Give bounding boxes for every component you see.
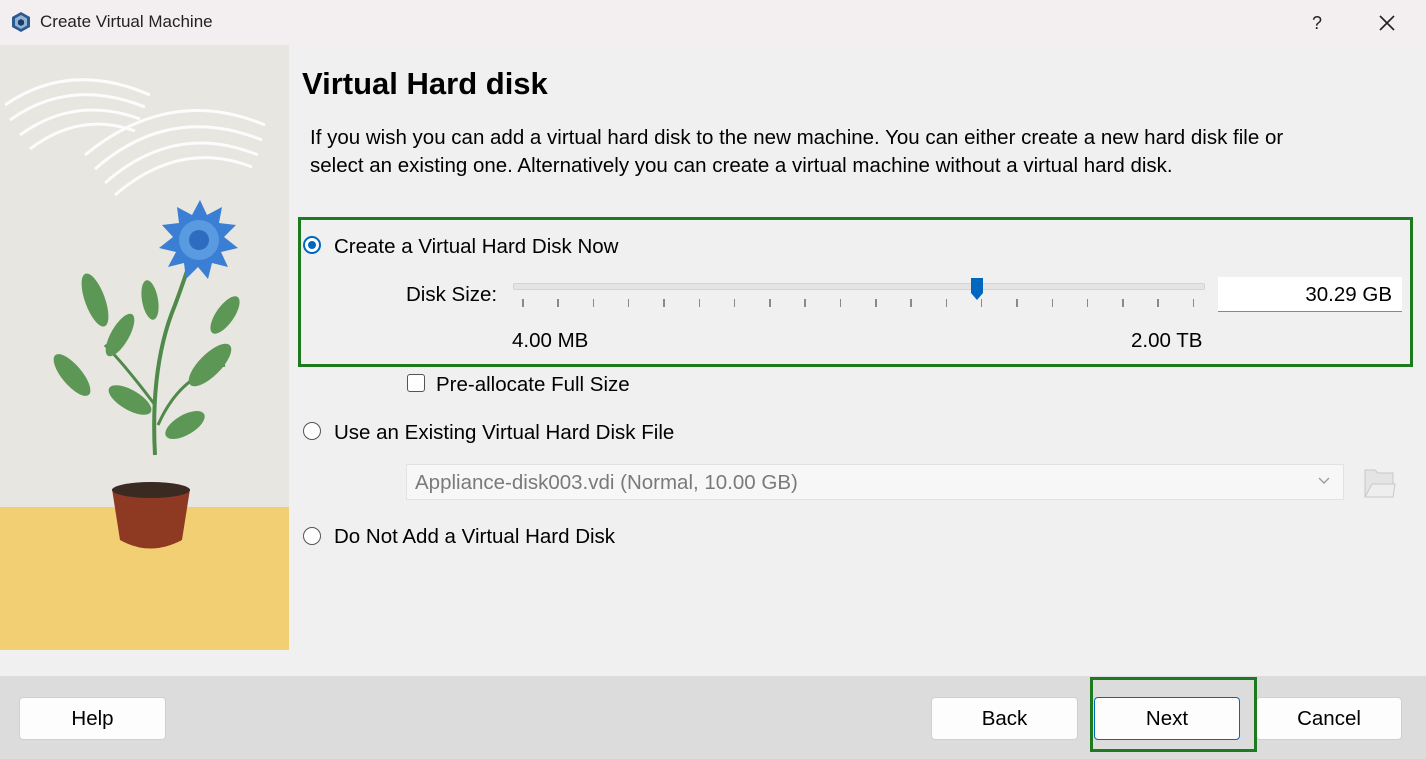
choose-disk-file-button[interactable]	[1362, 464, 1396, 500]
slider-tick	[1086, 299, 1089, 307]
slider-tick	[1051, 299, 1053, 307]
use-existing-label[interactable]: Use an Existing Virtual Hard Disk File	[334, 421, 674, 445]
slider-tick	[557, 299, 559, 307]
slider-tick	[945, 299, 948, 307]
disk-size-label: Disk Size:	[406, 283, 498, 306]
page-title: Virtual Hard disk	[302, 66, 548, 101]
disk-size-input[interactable]: 30.29 GB	[1218, 277, 1402, 312]
slider-tick	[522, 299, 524, 307]
slider-max-label: 2.00 TB	[1131, 329, 1203, 352]
disk-size-slider[interactable]	[513, 283, 1205, 290]
create-disk-label[interactable]: Create a Virtual Hard Disk Now	[334, 235, 618, 259]
slider-tick	[1157, 299, 1159, 307]
slider-tick	[1192, 299, 1195, 307]
slider-tick	[698, 299, 700, 307]
slider-tick	[839, 299, 842, 307]
slider-tick	[910, 299, 912, 307]
slider-handle[interactable]	[970, 277, 984, 301]
cancel-button[interactable]: Cancel	[1256, 697, 1402, 740]
close-icon	[1379, 15, 1395, 31]
slider-tick	[1122, 299, 1124, 307]
slider-tick	[804, 299, 806, 307]
chevron-down-icon	[1318, 477, 1330, 484]
preallocate-checkbox[interactable]	[407, 374, 425, 392]
slider-tick	[1016, 299, 1018, 307]
existing-disk-select[interactable]: Appliance-disk003.vdi (Normal, 10.00 GB)	[406, 464, 1344, 500]
window-title: Create Virtual Machine	[40, 12, 213, 31]
slider-min-label: 4.00 MB	[512, 329, 589, 352]
slider-tick	[592, 299, 595, 307]
no-disk-label[interactable]: Do Not Add a Virtual Hard Disk	[334, 525, 615, 549]
page-description: If you wish you can add a virtual hard d…	[310, 126, 1284, 177]
preallocate-label[interactable]: Pre-allocate Full Size	[436, 373, 630, 397]
next-highlight-box	[1090, 677, 1257, 752]
slider-tick	[663, 299, 665, 307]
folder-icon	[1364, 469, 1396, 498]
slider-tick	[627, 299, 630, 307]
wizard-illustration	[0, 45, 289, 650]
create-disk-radio[interactable]	[303, 236, 321, 254]
slider-tick	[875, 299, 877, 307]
slider-tick	[769, 299, 771, 307]
title-bar: Create Virtual Machine ?	[0, 0, 1426, 45]
existing-disk-value: Appliance-disk003.vdi (Normal, 10.00 GB)	[415, 471, 798, 494]
close-button[interactable]	[1364, 8, 1410, 38]
back-button[interactable]: Back	[931, 697, 1078, 740]
slider-tick	[733, 299, 736, 307]
virtualbox-icon	[10, 11, 32, 38]
no-disk-radio[interactable]	[303, 527, 321, 545]
help-title-button[interactable]: ?	[1294, 8, 1340, 38]
use-existing-radio[interactable]	[303, 422, 321, 440]
help-button[interactable]: Help	[19, 697, 166, 740]
